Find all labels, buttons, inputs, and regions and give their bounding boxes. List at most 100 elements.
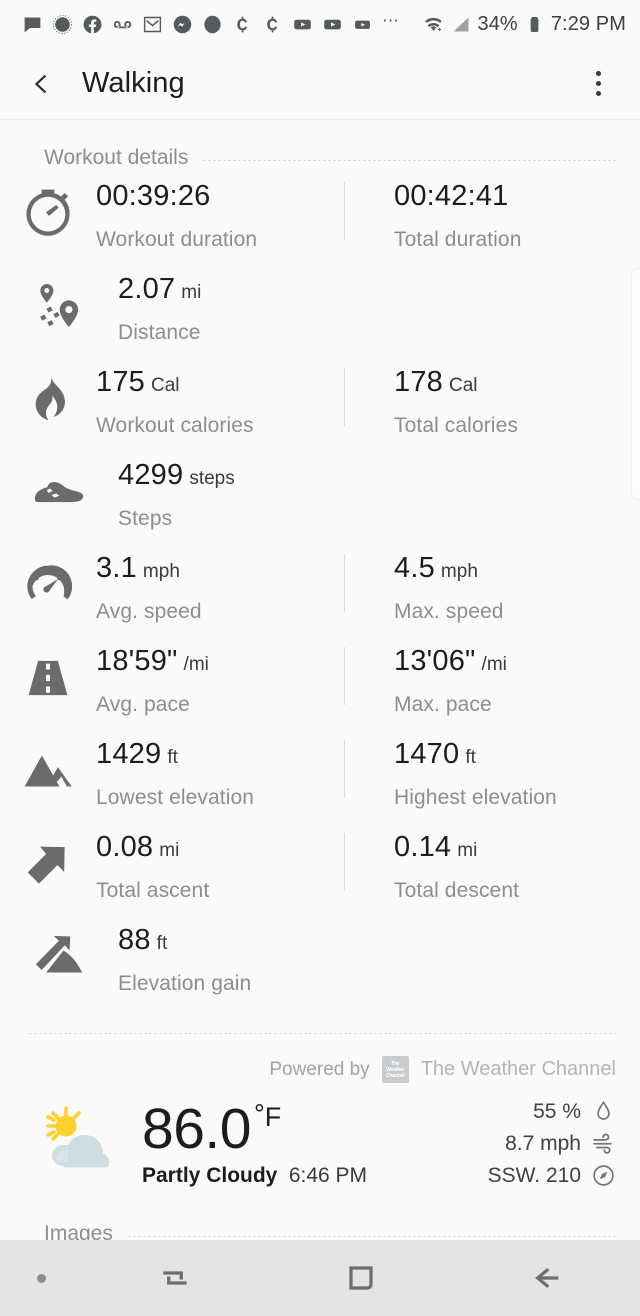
stat-unit: steps (189, 468, 235, 489)
section-divider-dots (202, 159, 618, 161)
stat-label: Total ascent (96, 879, 210, 902)
stat-value: 0.14 (394, 831, 452, 863)
cent-icon-2 (262, 14, 283, 35)
home-square-icon[interactable] (268, 1240, 454, 1316)
battery-percent-label: 34% (477, 12, 518, 35)
stat-cell-distance: 2.07 mi Distance (118, 267, 390, 345)
weather-direction-row: SSW. 210 (488, 1163, 616, 1188)
weather-temperature: 86.0 (142, 1096, 251, 1161)
powered-by-label: Powered by (269, 1058, 370, 1080)
page-title: Walking (82, 67, 185, 99)
status-overflow-icon: ⋯ (382, 10, 401, 30)
status-bar: ⋯ 34% 7:29 PM (0, 0, 640, 48)
stat-cell-elevation-gain: 88 ft Elevation gain (118, 918, 390, 996)
stat-cell-max-speed: 4.5 mph Max. speed (368, 546, 640, 624)
voicemail-icon (112, 14, 133, 35)
phone-screen: ⋯ 34% 7:29 PM Walking Workout details 00… (0, 0, 640, 1316)
back-chevron-icon[interactable] (30, 64, 64, 104)
weather-summary: 86.0 ° F Partly Cloudy 6:46 PM 55 % 8.7 … (0, 1083, 640, 1188)
stat-value: 13'06" (394, 645, 476, 677)
stat-cell-highest-elevation: 1470 ft Highest elevation (368, 732, 640, 810)
overflow-menu-icon[interactable] (578, 62, 618, 106)
stat-cell-max-pace: 13'06"/mi Max. pace (368, 639, 640, 717)
stat-value: 4.5 (394, 552, 435, 584)
stat-value: 4299 (118, 459, 184, 491)
shoe-icon (0, 453, 118, 519)
wind-icon (591, 1131, 616, 1156)
battery-icon (524, 14, 545, 35)
stat-label: Lowest elevation (96, 786, 255, 809)
stat-label: Total duration (394, 228, 522, 251)
stat-label: Highest elevation (394, 786, 557, 809)
vertical-scrollbar[interactable] (631, 268, 640, 500)
stat-unit: mph (142, 561, 180, 582)
stat-value: 178 (394, 366, 443, 398)
partly-cloudy-icon (34, 1102, 130, 1186)
stat-unit: /mi (481, 654, 507, 675)
stat-unit: Cal (449, 375, 478, 396)
back-arrow-icon[interactable] (454, 1240, 640, 1316)
humidity-value: 55 % (533, 1099, 581, 1123)
home-indicator-dot[interactable] (0, 1240, 82, 1316)
circle-app-icon (202, 14, 223, 35)
stat-label: Elevation gain (118, 972, 252, 995)
facebook-icon (82, 14, 103, 35)
youtube-icon-2 (322, 14, 343, 35)
stat-label: Total calories (394, 414, 518, 437)
road-icon (0, 639, 96, 705)
section-title: Workout details (44, 146, 189, 169)
stat-unit: ft (167, 747, 178, 768)
stat-label: Workout calories (96, 414, 254, 437)
column-divider (344, 833, 345, 891)
images-divider-dots (126, 1235, 618, 1237)
stat-unit: ft (465, 747, 476, 768)
clock-label: 7:29 PM (550, 12, 626, 35)
stat-label: Total descent (394, 879, 520, 902)
youtube-icon (292, 14, 313, 35)
stat-label: Max. pace (394, 693, 492, 716)
images-section-header: Images (0, 1188, 640, 1246)
stat-unit: ft (156, 933, 168, 954)
stat-value: 18'59" (96, 645, 178, 677)
stat-label: Distance (118, 321, 201, 344)
wind-direction-value: SSW. 210 (487, 1163, 581, 1187)
stat-row-elevation-gain: 88 ft Elevation gain (0, 918, 640, 1011)
stat-value: 00:42:41 (394, 180, 509, 212)
stat-cell-avg-pace: 18'59"/mi Avg. pace (96, 639, 368, 717)
weather-temperature-line: 86.0 ° F (142, 1100, 488, 1158)
stat-value: 2.07 (118, 273, 176, 305)
stat-unit: /mi (183, 654, 209, 675)
recents-icon[interactable] (82, 1240, 268, 1316)
flame-icon (0, 360, 96, 426)
column-divider (344, 554, 345, 612)
stat-cell-avg-speed: 3.1 mph Avg. speed (96, 546, 368, 624)
column-divider (344, 647, 345, 705)
weather-condition-line: Partly Cloudy 6:46 PM (142, 1164, 488, 1188)
weather-degree-symbol: ° (253, 1098, 265, 1129)
stat-row-ascent-descent: 0.08 mi Total ascent 0.14 mi Total descent (0, 825, 640, 918)
weather-main: 86.0 ° F Partly Cloudy 6:46 PM (142, 1100, 488, 1188)
wifi-icon (423, 14, 444, 35)
stat-value: 0.08 (96, 831, 154, 863)
weather-humidity-row: 55 % (533, 1099, 616, 1124)
message-icon (22, 14, 43, 35)
stat-cell-total-descent: 0.14 mi Total descent (368, 825, 640, 903)
cent-icon (232, 14, 253, 35)
weather-attribution: Powered by The Weather Channel The Weath… (0, 1034, 640, 1083)
stat-cell-steps: 4299 steps Steps (118, 453, 390, 531)
column-divider (344, 368, 345, 426)
stat-unit: Cal (151, 375, 180, 396)
stat-label: Steps (118, 507, 173, 530)
app-bar: Walking (0, 48, 640, 120)
weather-temp-unit: F (264, 1101, 282, 1132)
stat-value: 1429 (96, 738, 162, 770)
stat-row-duration: 00:39:26 Workout duration 00:42:41 Total… (0, 174, 640, 267)
stopwatch-icon (0, 174, 96, 240)
stat-label: Avg. speed (96, 600, 202, 623)
stat-cell-total-duration: 00:42:41 Total duration (368, 174, 640, 252)
stat-value: 1470 (394, 738, 460, 770)
stat-label: Workout duration (96, 228, 258, 251)
stat-row-calories: 175 Cal Workout calories 178 Cal Total cal… (0, 360, 640, 453)
weather-observed-time: 6:46 PM (288, 1163, 368, 1187)
column-divider (344, 182, 345, 240)
